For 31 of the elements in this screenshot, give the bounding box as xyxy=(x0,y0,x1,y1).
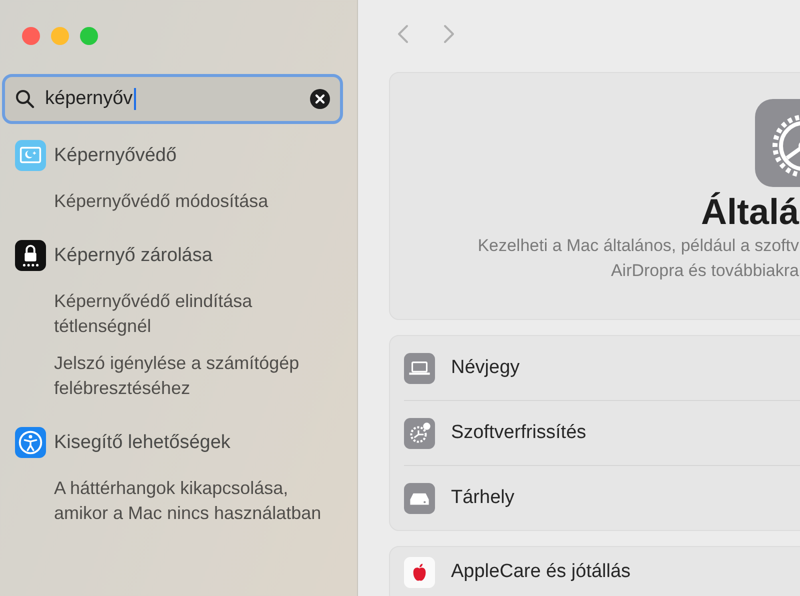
gear-badge-icon xyxy=(404,418,435,448)
description-text: AirDropra és továbbiakra xyxy=(610,260,799,282)
minimize-button[interactable] xyxy=(51,27,69,45)
drive-icon xyxy=(404,482,435,514)
apple-icon xyxy=(404,557,435,588)
close-button[interactable] xyxy=(22,27,40,45)
lock-icon xyxy=(15,240,46,271)
settings-row[interactable]: Névjegy xyxy=(404,336,800,401)
result-item[interactable]: Képernyővédő módosítása xyxy=(54,189,326,214)
result-title[interactable]: Képernyővédő xyxy=(54,144,177,166)
result-title[interactable]: Kisegítő lehetőségek xyxy=(54,432,230,454)
result-item[interactable]: A háttérhangok kikapcsolása, amikor a Mac nincs használatban xyxy=(54,476,326,526)
back-icon[interactable] xyxy=(397,24,409,44)
page-title: Általá xyxy=(700,191,799,233)
settings-row[interactable]: Szoftverfrissítés xyxy=(404,401,800,466)
laptop-icon xyxy=(404,352,435,384)
screensaver-icon xyxy=(15,140,46,171)
result-title[interactable]: Képernyő zárolása xyxy=(54,244,212,266)
forward-icon[interactable] xyxy=(443,24,455,44)
zoom-button[interactable] xyxy=(80,27,98,45)
text-cursor xyxy=(134,88,136,110)
search-text: képernyőv xyxy=(45,88,133,110)
result-item[interactable]: Jelszó igénylése a számítógép felébresztéséhez xyxy=(54,351,326,401)
clear-icon[interactable] xyxy=(310,89,330,109)
result-item[interactable]: Képernyővédő elindítása tétlenségnél xyxy=(54,289,326,339)
search-icon xyxy=(15,89,35,109)
search-field[interactable]: képernyőv xyxy=(2,74,343,124)
description-text: Kezelheti a Mac általános, például a szoftv xyxy=(478,235,799,257)
accessibility-icon xyxy=(15,427,46,458)
settings-row[interactable]: Tárhely xyxy=(404,466,800,530)
settings-row[interactable]: AppleCare és jótállás xyxy=(404,547,800,596)
